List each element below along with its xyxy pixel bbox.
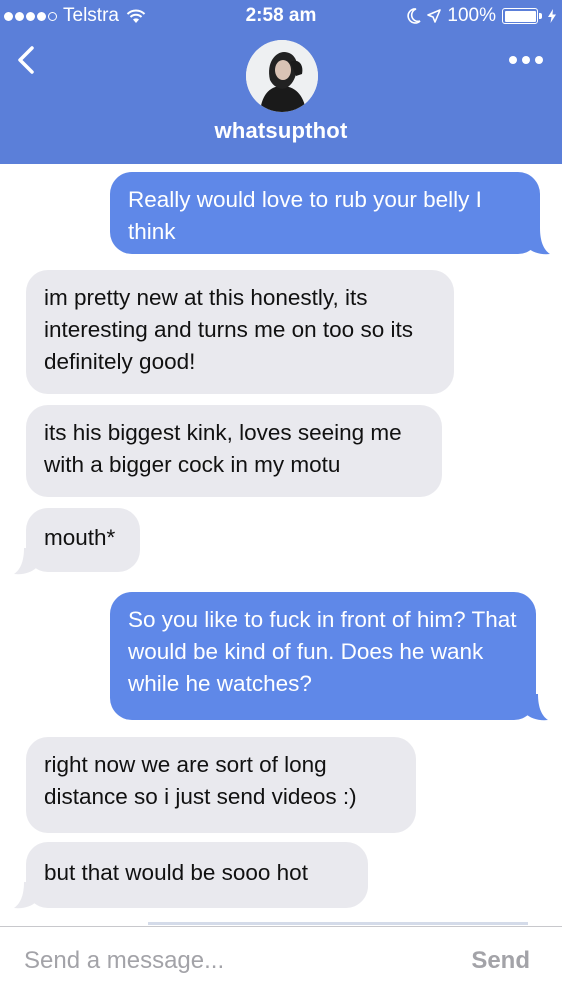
- message-input[interactable]: Send a message...: [24, 947, 224, 975]
- message-text: its his biggest kink, loves seeing me wi…: [44, 420, 402, 477]
- message-text: So you like to fuck in front of him? Tha…: [128, 607, 517, 696]
- back-button[interactable]: [12, 42, 42, 78]
- message-bubble-outgoing: Really would love to rub your belly I th…: [110, 172, 540, 254]
- battery-icon: [502, 8, 542, 24]
- battery-percent: 100%: [447, 5, 496, 26]
- ellipsis-icon: [509, 56, 517, 64]
- more-options-button[interactable]: [506, 50, 546, 70]
- status-bar: Telstra 2:58 am 100%: [0, 0, 562, 32]
- message-text: mouth*: [44, 525, 116, 550]
- message-text: im pretty new at this honestly, its inte…: [44, 285, 413, 374]
- avatar[interactable]: [246, 40, 318, 112]
- message-bubble-incoming: right now we are sort of long distance s…: [26, 737, 416, 833]
- bubble-tail: [528, 228, 550, 255]
- scroll-edge-divider: [148, 922, 528, 925]
- charging-bolt-icon: [548, 9, 556, 23]
- message-bubble-incoming: but that would be sooo hot: [26, 842, 368, 908]
- chat-screen: Telstra 2:58 am 100% whatsupthot Really …: [0, 0, 562, 1000]
- message-bubble-incoming: im pretty new at this honestly, its inte…: [26, 270, 454, 394]
- message-list[interactable]: Really would love to rub your belly I th…: [0, 164, 562, 926]
- message-text: but that would be sooo hot: [44, 860, 308, 885]
- status-right: 100%: [407, 5, 556, 27]
- compose-bar: Send a message... Send: [0, 926, 562, 1000]
- message-text: right now we are sort of long distance s…: [44, 752, 357, 809]
- send-button[interactable]: Send: [471, 947, 530, 975]
- chat-header: Telstra 2:58 am 100% whatsupthot: [0, 0, 562, 164]
- message-text: Really would love to rub your belly I th…: [128, 187, 482, 244]
- moon-icon: [407, 8, 421, 24]
- bubble-tail: [14, 548, 36, 575]
- bubble-tail: [14, 882, 36, 909]
- message-bubble-incoming: mouth*: [26, 508, 140, 572]
- message-bubble-incoming: its his biggest kink, loves seeing me wi…: [26, 405, 442, 497]
- bubble-tail: [526, 694, 548, 721]
- chevron-left-icon: [18, 46, 34, 74]
- location-arrow-icon: [427, 9, 442, 23]
- contact-name[interactable]: whatsupthot: [0, 118, 562, 144]
- message-bubble-outgoing: So you like to fuck in front of him? Tha…: [110, 592, 536, 720]
